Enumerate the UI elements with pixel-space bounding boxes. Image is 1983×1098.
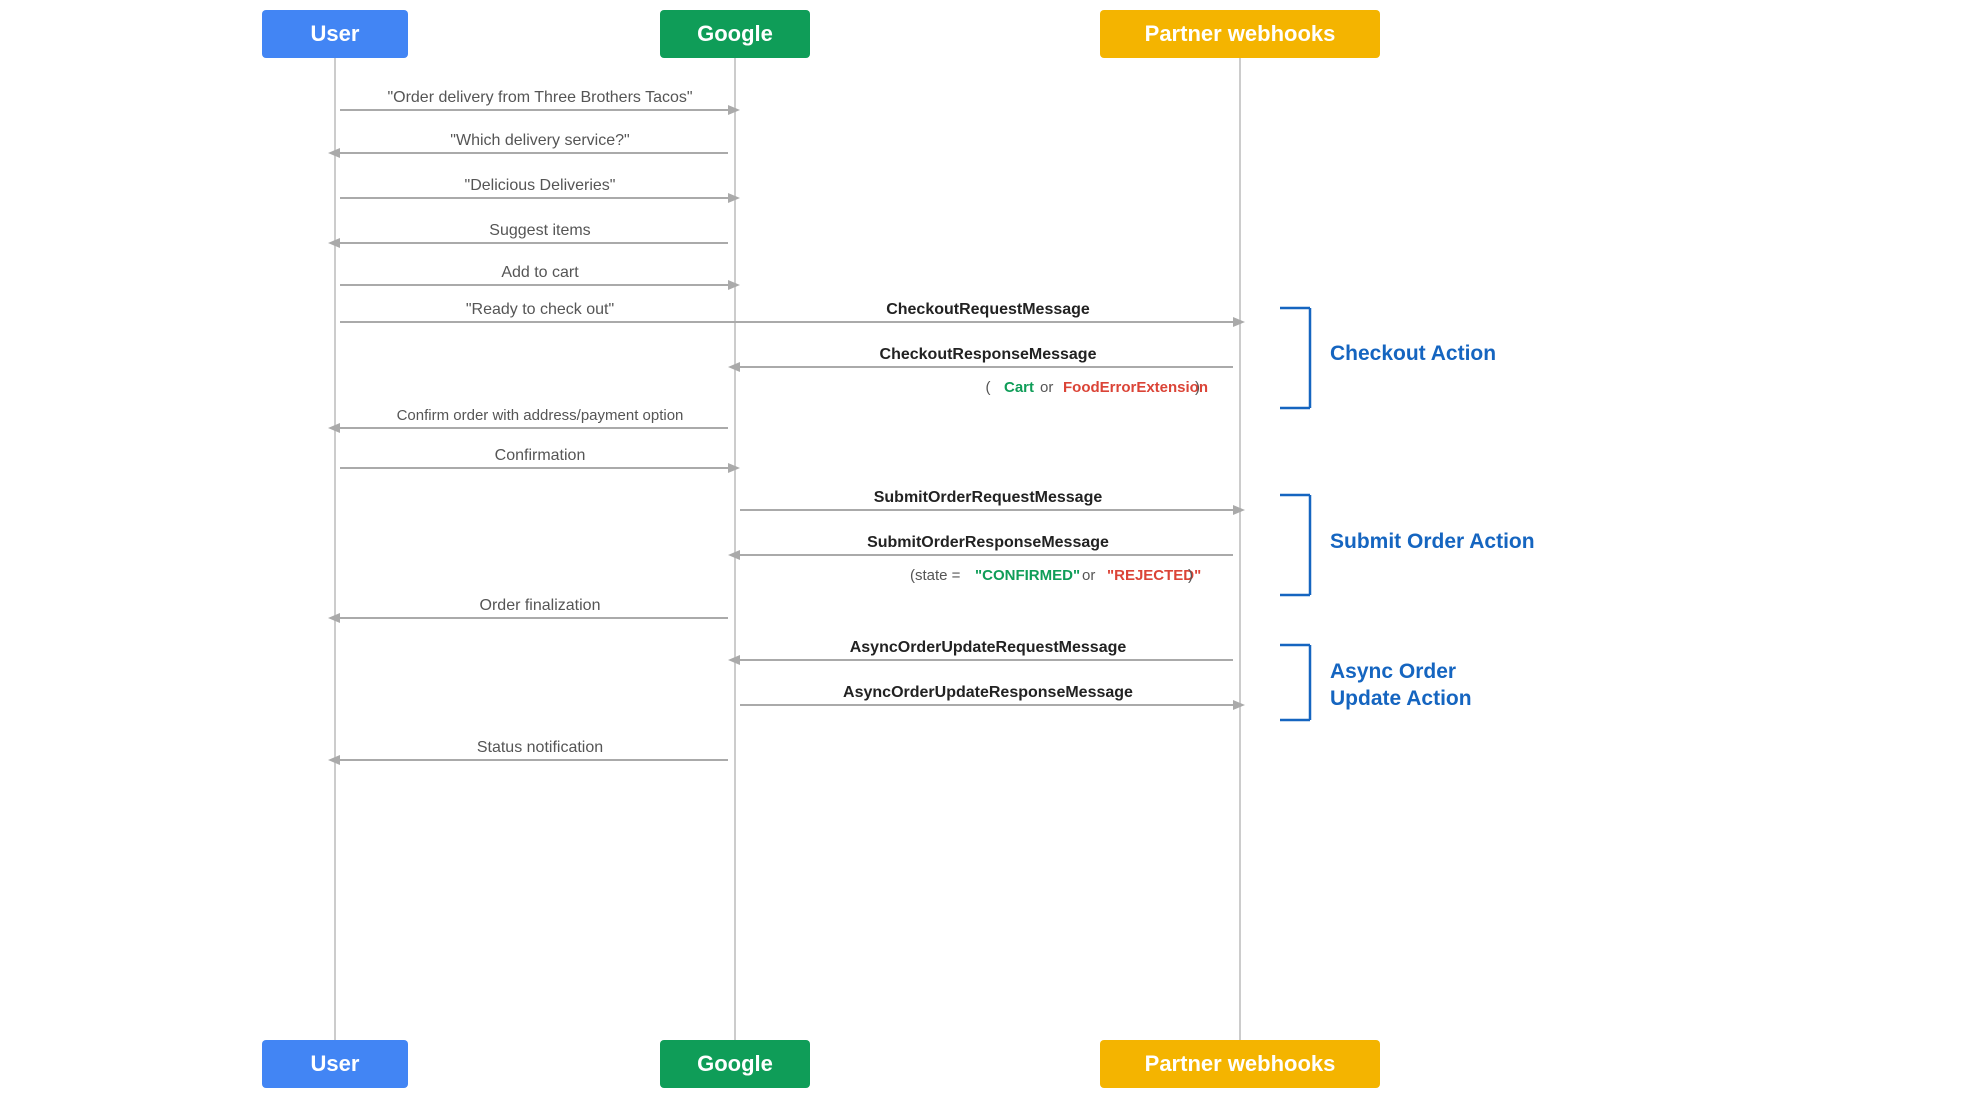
svg-text:"Order delivery from Three Bro: "Order delivery from Three Brothers Taco… — [387, 89, 692, 106]
async-order-action-label: Async OrderUpdate Action — [1330, 658, 1472, 713]
actor-user-bottom: User — [262, 1040, 408, 1088]
svg-text:): ) — [1195, 379, 1200, 396]
svg-text:AsyncOrderUpdateResponseMessag: AsyncOrderUpdateResponseMessage — [843, 684, 1133, 701]
svg-text:"Which delivery service?": "Which delivery service?" — [450, 132, 629, 149]
svg-text:Status notification: Status notification — [477, 739, 603, 756]
svg-text:or: or — [1082, 567, 1095, 584]
svg-text:CheckoutRequestMessage: CheckoutRequestMessage — [886, 301, 1090, 318]
svg-text:Confirmation: Confirmation — [495, 447, 586, 464]
actor-user-top: User — [262, 10, 408, 58]
svg-text:Order finalization: Order finalization — [480, 597, 601, 614]
svg-text:): ) — [1188, 567, 1193, 584]
svg-text:AsyncOrderUpdateRequestMessage: AsyncOrderUpdateRequestMessage — [850, 639, 1127, 656]
svg-text:"CONFIRMED": "CONFIRMED" — [975, 567, 1080, 584]
actor-google-bottom: Google — [660, 1040, 810, 1088]
checkout-action-label: Checkout Action — [1330, 342, 1496, 366]
svg-text:Add to cart: Add to cart — [501, 264, 579, 281]
actor-partner-top: Partner webhooks — [1100, 10, 1380, 58]
actor-google-top: Google — [660, 10, 810, 58]
sequence-diagram: "Order delivery from Three Brothers Taco… — [0, 0, 1983, 1098]
svg-text:Suggest items: Suggest items — [489, 222, 590, 239]
svg-text:Cart: Cart — [1004, 379, 1034, 396]
svg-text:(state =: (state = — [910, 567, 961, 584]
svg-text:FoodErrorExtension: FoodErrorExtension — [1063, 379, 1208, 396]
diagram-svg: "Order delivery from Three Brothers Taco… — [0, 0, 1983, 1098]
submit-order-action-label: Submit Order Action — [1330, 530, 1535, 554]
svg-text:CheckoutResponseMessage: CheckoutResponseMessage — [880, 346, 1097, 363]
svg-text:"Delicious Deliveries": "Delicious Deliveries" — [465, 177, 616, 194]
svg-text:SubmitOrderRequestMessage: SubmitOrderRequestMessage — [874, 489, 1103, 506]
svg-text:(: ( — [986, 379, 991, 396]
svg-text:"Ready to check out": "Ready to check out" — [466, 301, 614, 318]
svg-text:SubmitOrderResponseMessage: SubmitOrderResponseMessage — [867, 534, 1109, 551]
svg-text:"REJECTED": "REJECTED" — [1107, 567, 1201, 584]
actor-partner-bottom: Partner webhooks — [1100, 1040, 1380, 1088]
svg-text:Confirm order with address/pay: Confirm order with address/payment optio… — [397, 407, 684, 424]
svg-text:or: or — [1040, 379, 1053, 396]
